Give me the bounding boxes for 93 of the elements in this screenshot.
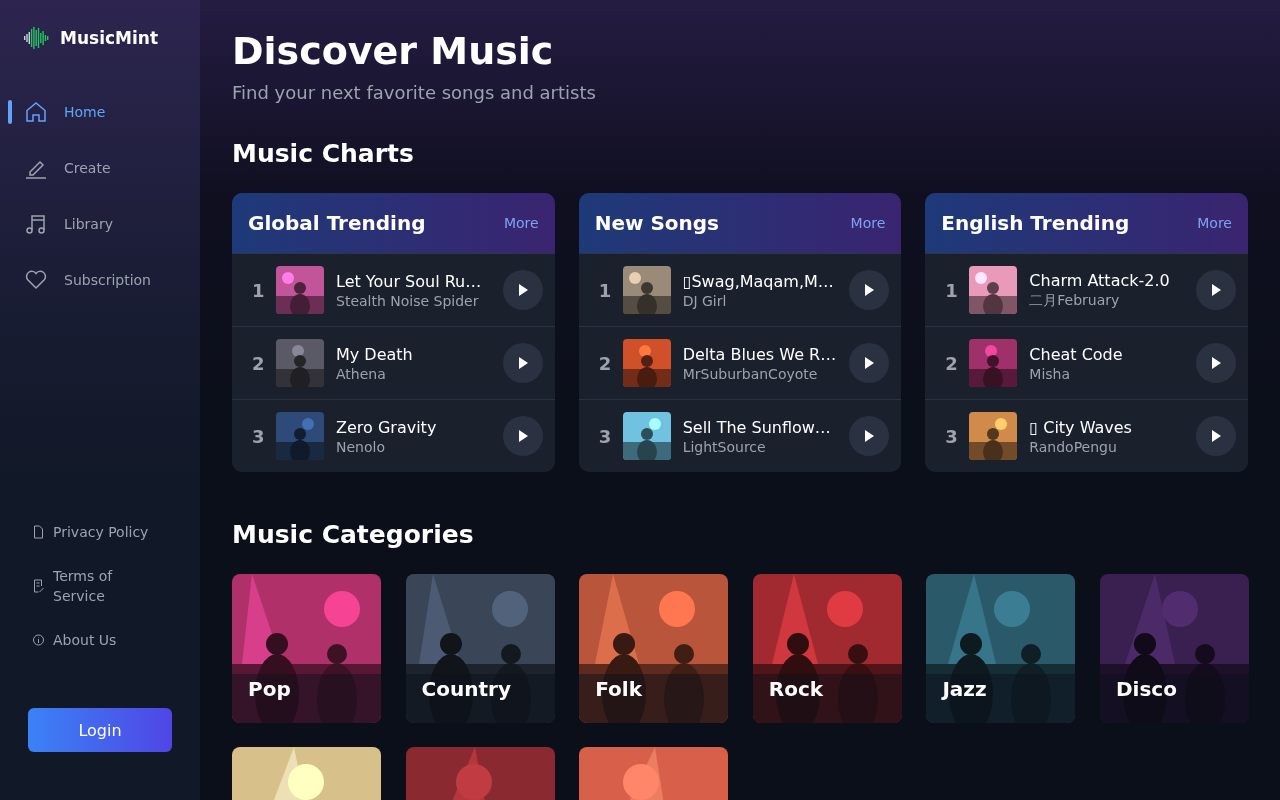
song-row[interactable]: 2 Delta Blues We R… MrSuburbanCoyote (578, 327, 902, 400)
nav-item[interactable]: Home (0, 84, 200, 140)
category-name: Country (421, 677, 511, 701)
song-title: ▯Swag,Maqam,M… (682, 271, 835, 293)
category-name: Pop (248, 677, 291, 701)
more-link[interactable]: More (850, 215, 886, 231)
song-row[interactable]: 1 Let Your Soul Ru… Stealth Noise Spider (232, 254, 555, 327)
footer-link[interactable]: Terms of Service (32, 566, 160, 606)
section-title: Music Charts (232, 139, 415, 169)
song-title: Let Your Soul Ru… (336, 271, 483, 293)
artist-name: MrSuburbanCoyote (682, 366, 819, 382)
song-row[interactable]: 3 Zero Gravity Nenolo (232, 400, 555, 472)
artist-name: Nenolo (336, 439, 386, 455)
song-row[interactable]: 2 Cheat Code Misha (925, 327, 1248, 400)
heart-icon (24, 268, 48, 292)
song-title: Zero Gravity (336, 417, 438, 439)
rank-number: 2 (945, 352, 959, 374)
play-button[interactable] (849, 343, 890, 383)
more-link[interactable]: More (503, 215, 539, 231)
play-button[interactable] (849, 416, 890, 456)
rank-number: 1 (945, 279, 959, 301)
play-icon (1211, 357, 1221, 369)
info-icon (32, 633, 45, 647)
footer-link[interactable]: Privacy Policy (32, 522, 160, 542)
home-icon (24, 100, 48, 124)
artist-name: DJ Girl (682, 293, 728, 309)
category-card[interactable]: Rock (752, 574, 902, 723)
category-card[interactable]: Disco (1099, 574, 1249, 723)
category-card[interactable]: Country (405, 574, 555, 723)
page-subtitle: Find your next favorite songs and artists (232, 82, 597, 103)
song-title: ▯ City Waves (1029, 417, 1133, 439)
music-note-icon (24, 212, 48, 236)
play-button[interactable] (502, 416, 543, 456)
song-title: Delta Blues We R… (682, 344, 838, 366)
artist-name: 二月February (1029, 292, 1121, 310)
song-title: My Death (336, 344, 414, 366)
rank-number: 3 (945, 425, 959, 447)
rank-number: 1 (252, 279, 266, 301)
play-button[interactable] (849, 270, 890, 310)
chart-title: English Trending (941, 211, 1130, 235)
play-button[interactable] (502, 270, 543, 310)
play-button[interactable] (1196, 343, 1236, 383)
song-row[interactable]: 1 ▯Swag,Maqam,M… DJ Girl (578, 254, 902, 327)
play-icon (517, 357, 528, 369)
rank-number: 2 (598, 352, 613, 374)
category-name: Folk (595, 677, 642, 701)
song-row[interactable]: 3 Sell The Sunflow… LightSource (578, 400, 902, 472)
sound-wave-icon (24, 26, 50, 50)
song-row[interactable]: 2 My Death Athena (232, 327, 555, 400)
category-card[interactable]: Pop (232, 574, 381, 723)
play-button[interactable] (1196, 416, 1236, 456)
category-name: Rock (768, 677, 824, 701)
category-card[interactable]: Jazz (926, 574, 1076, 723)
play-icon (1211, 284, 1221, 296)
login-button[interactable]: Login (28, 708, 172, 752)
rank-number: 2 (252, 352, 266, 374)
song-title: Sell The Sunflow… (682, 417, 832, 439)
song-title: Cheat Code (1029, 344, 1124, 366)
chart-title: Global Trending (248, 211, 426, 235)
play-icon (517, 284, 528, 296)
play-button[interactable] (1196, 270, 1236, 310)
category-name: Jazz (942, 677, 987, 701)
song-title: Charm Attack-2.0 (1029, 270, 1171, 292)
chart-title: New Songs (594, 211, 719, 235)
artist-name: RandoPengu (1029, 439, 1118, 455)
play-button[interactable] (502, 343, 543, 383)
play-icon (1211, 430, 1221, 442)
nav-item[interactable]: Subscription (0, 252, 200, 308)
category-name: Disco (1115, 677, 1177, 701)
artist-name: Misha (1029, 366, 1072, 382)
brand-name: MusicMint (60, 28, 158, 48)
document-edit-icon (32, 579, 45, 593)
artist-name: Stealth Noise Spider (336, 293, 480, 309)
document-icon (32, 525, 45, 539)
rank-number: 1 (598, 279, 613, 301)
rank-number: 3 (598, 425, 613, 447)
footer-link[interactable]: About Us (32, 630, 160, 650)
play-icon (864, 284, 875, 296)
nav-item[interactable]: Library (0, 196, 200, 252)
play-icon (864, 357, 875, 369)
artist-name: Athena (336, 366, 387, 382)
active-indicator (8, 100, 12, 124)
play-icon (864, 430, 875, 442)
rank-number: 3 (252, 425, 266, 447)
song-row[interactable]: 1 Charm Attack-2.0 二月February (925, 254, 1248, 327)
nav-item[interactable]: Create (0, 140, 200, 196)
section-title: Music Categories (232, 520, 475, 550)
artist-name: LightSource (682, 439, 767, 455)
page-title: Discover Music (232, 28, 555, 74)
category-card[interactable]: Folk (579, 574, 729, 723)
song-row[interactable]: 3 ▯ City Waves RandoPengu (925, 400, 1248, 472)
play-icon (517, 430, 528, 442)
more-link[interactable]: More (1197, 215, 1232, 231)
